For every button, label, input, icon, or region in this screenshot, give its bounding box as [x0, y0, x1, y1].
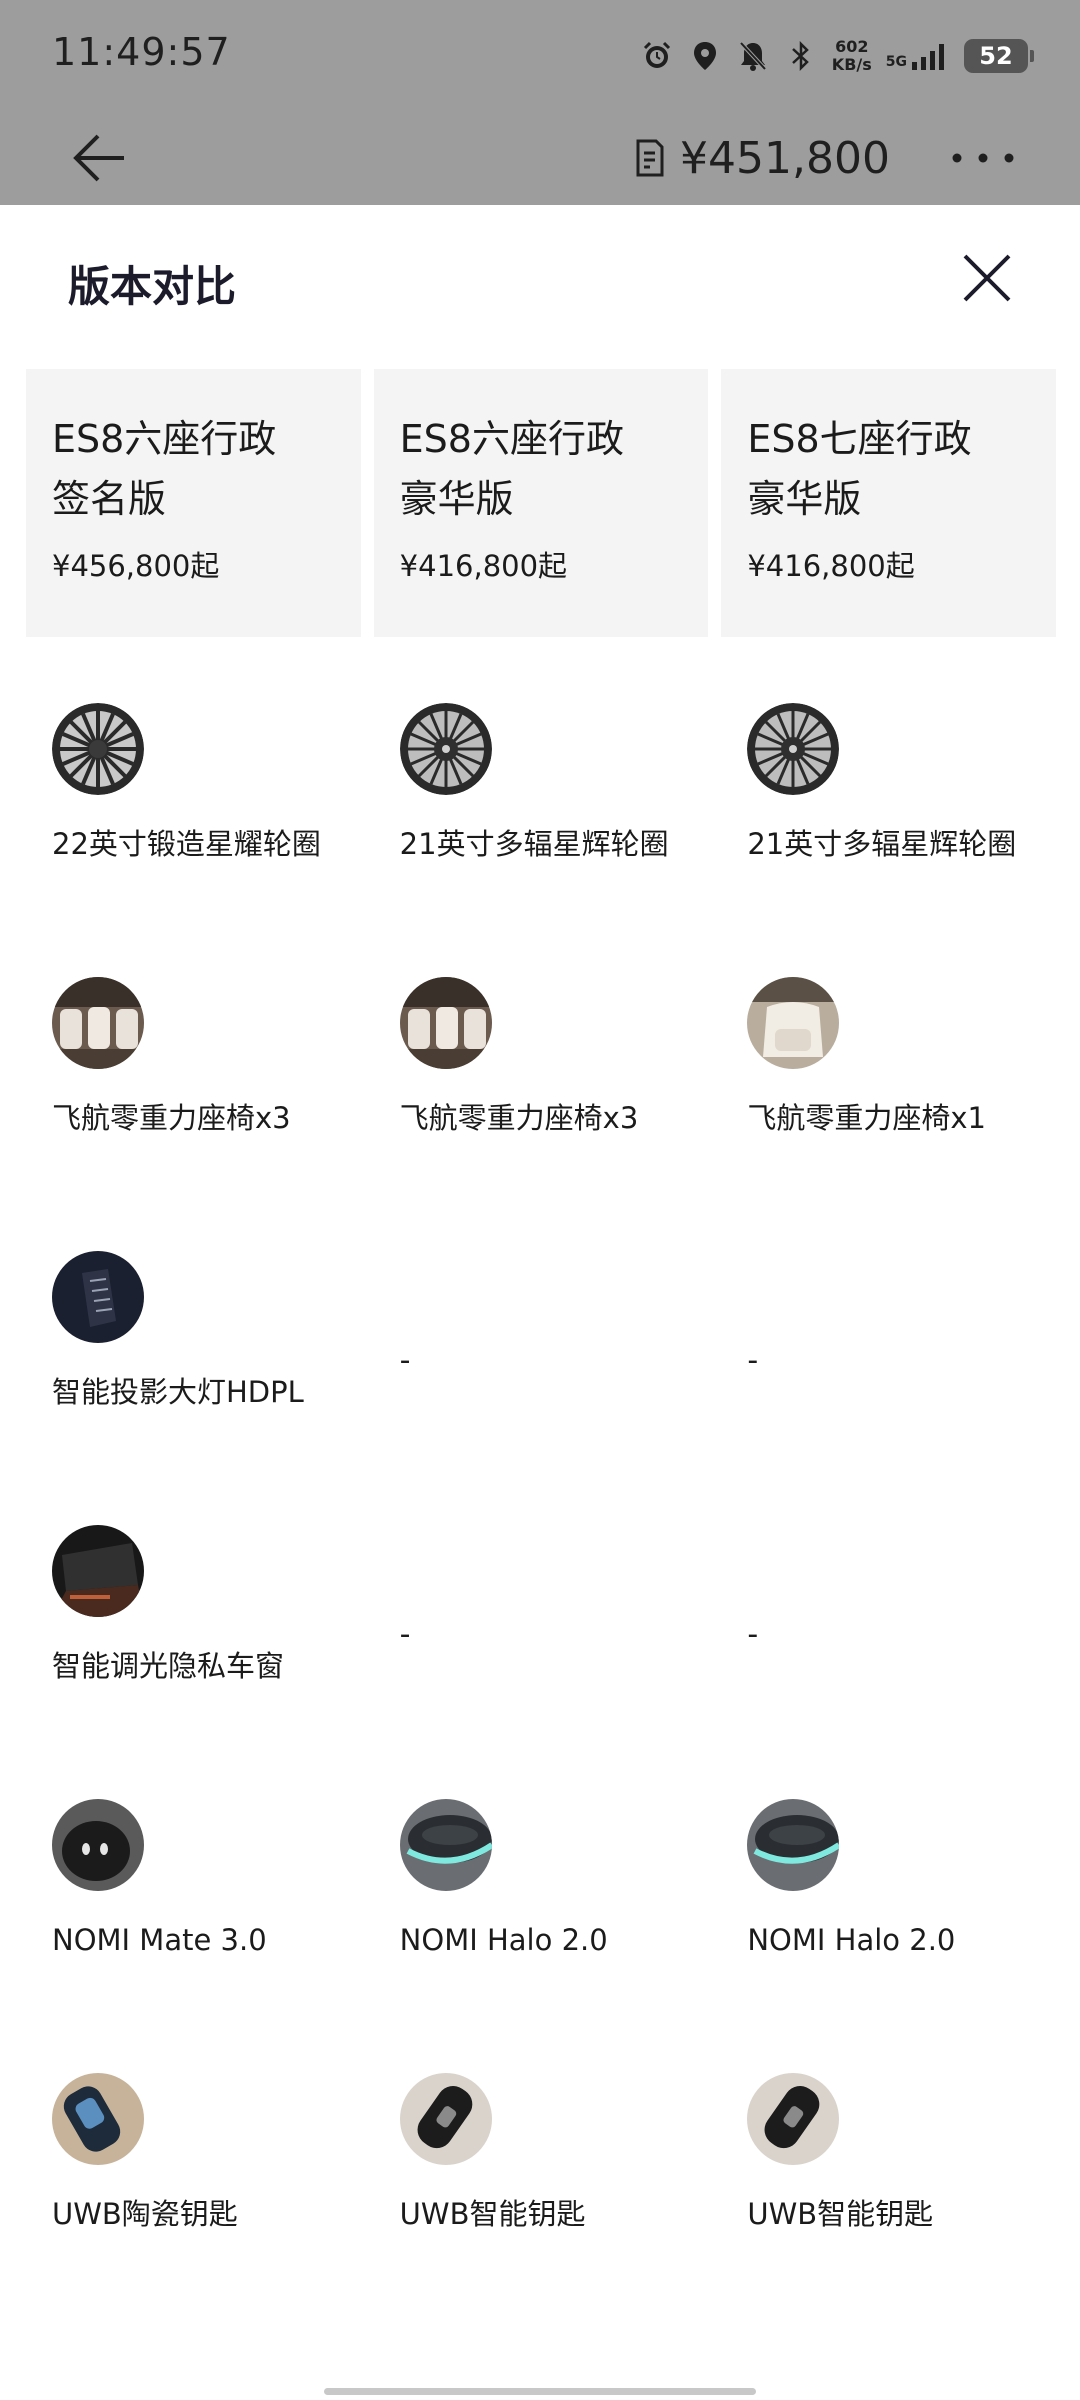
feature-label: NOMI Mate 3.0	[52, 1923, 267, 1957]
feature-cell[interactable]: 智能调光隐私车窗	[26, 1525, 361, 1799]
feature-unavailable: -	[399, 1343, 411, 1378]
smart-key-image	[399, 2073, 492, 2165]
order-price[interactable]: ¥451,800	[634, 128, 890, 188]
feature-label: 21英寸多辐星辉轮圈	[747, 827, 1017, 861]
feature-cell[interactable]: NOMI Halo 2.0	[374, 1799, 709, 2073]
home-indicator[interactable]	[324, 2388, 756, 2395]
feature-label: 飞航零重力座椅x1	[747, 1101, 986, 1135]
feature-cell[interactable]: UWB智能钥匙	[721, 2073, 1056, 2347]
feature-row-window: 智能调光隐私车窗 - -	[26, 1525, 1056, 1799]
status-icons: 602 KB/s 5G 52	[640, 34, 1034, 78]
window-image	[52, 1525, 144, 1617]
version-name-line2: 豪华版	[747, 477, 862, 521]
feature-row-headlight: 智能投影大灯HDPL - -	[26, 1251, 1056, 1525]
version-price: ¥416,800起	[399, 549, 568, 583]
net-speed: 602 KB/s	[832, 38, 872, 74]
feature-row-key: UWB陶瓷钥匙 UWB智能钥匙 UWB智能钥匙	[26, 2073, 1056, 2347]
feature-label: 飞航零重力座椅x3	[399, 1101, 639, 1135]
net-speed-unit: KB/s	[831, 55, 872, 74]
ceramic-key-image	[52, 2073, 144, 2165]
version-name: ES8六座行政 签名版	[52, 409, 361, 529]
version-name: ES8六座行政 豪华版	[400, 409, 709, 529]
sheet-title: 版本对比	[68, 262, 237, 311]
feature-row-wheels: 22英寸锻造星耀轮圈 21英寸多辐星辉轮圈 21英寸多辐星辉轮圈	[26, 703, 1056, 977]
feature-cell[interactable]: NOMI Mate 3.0	[26, 1799, 361, 2073]
feature-cell[interactable]: UWB陶瓷钥匙	[26, 2073, 361, 2347]
feature-cell[interactable]: -	[374, 1251, 709, 1525]
total-price: ¥451,800	[680, 132, 890, 184]
wheel-image	[747, 703, 840, 795]
status-bar: 11:49:57 602 KB/s 5G 52	[0, 0, 1080, 112]
feature-cell[interactable]: 飞航零重力座椅x1	[721, 977, 1056, 1251]
app-bar: ¥451,800	[0, 112, 1080, 205]
feature-label: NOMI Halo 2.0	[747, 1923, 956, 1957]
feature-unavailable: -	[747, 1617, 759, 1652]
more-dots-icon	[952, 153, 1014, 163]
seat-image	[52, 977, 144, 1069]
document-icon	[636, 139, 664, 177]
more-button[interactable]	[938, 128, 1028, 188]
network-type: 5G	[885, 54, 907, 70]
feature-cell[interactable]: UWB智能钥匙	[374, 2073, 709, 2347]
status-time: 11:49:57	[52, 30, 231, 74]
version-card[interactable]: ES8六座行政 豪华版 ¥416,800起	[373, 369, 709, 637]
version-price: ¥456,800起	[52, 549, 220, 583]
version-name-line1: ES8六座行政	[52, 417, 277, 461]
feature-comparison: 22英寸锻造星耀轮圈 21英寸多辐星辉轮圈 21英寸多辐星辉轮圈 飞航零重力座椅…	[26, 703, 1056, 2347]
feature-cell[interactable]: 飞航零重力座椅x3	[26, 977, 361, 1251]
close-icon	[963, 254, 1011, 302]
version-compare-sheet: 版本对比 ES8六座行政 签名版 ¥456,800起 ES8六座行政 豪华版 ¥…	[0, 205, 1080, 2400]
feature-label: UWB陶瓷钥匙	[52, 2197, 238, 2231]
feature-unavailable: -	[399, 1617, 411, 1652]
version-card[interactable]: ES8六座行政 签名版 ¥456,800起	[26, 369, 361, 637]
smart-key-image	[747, 2073, 840, 2165]
feature-label: 智能投影大灯HDPL	[52, 1375, 304, 1409]
close-button[interactable]	[952, 243, 1022, 313]
back-button[interactable]	[68, 126, 132, 190]
feature-cell[interactable]: -	[374, 1525, 709, 1799]
battery-indicator: 52	[964, 39, 1034, 73]
feature-label: UWB智能钥匙	[747, 2197, 934, 2231]
feature-cell[interactable]: -	[721, 1251, 1056, 1525]
feature-label: 智能调光隐私车窗	[52, 1649, 285, 1683]
feature-label: 21英寸多辐星辉轮圈	[399, 827, 669, 861]
feature-cell[interactable]: 智能投影大灯HDPL	[26, 1251, 361, 1525]
feature-cell[interactable]: NOMI Halo 2.0	[721, 1799, 1056, 2073]
version-name-line2: 签名版	[52, 477, 167, 521]
feature-cell[interactable]: 21英寸多辐星辉轮圈	[374, 703, 709, 977]
bluetooth-icon	[784, 39, 818, 73]
version-name-line1: ES8六座行政	[399, 417, 624, 461]
signal-icon: 5G	[886, 42, 950, 70]
headlight-image	[52, 1251, 144, 1343]
wheel-image	[399, 703, 492, 795]
feature-label: 飞航零重力座椅x3	[52, 1101, 291, 1135]
seat-image	[747, 977, 840, 1069]
version-card[interactable]: ES8七座行政 豪华版 ¥416,800起	[721, 369, 1057, 637]
nomi-mate-image	[52, 1799, 144, 1891]
feature-row-seats: 飞航零重力座椅x3 飞航零重力座椅x3 飞航零重力座椅x1	[26, 977, 1056, 1251]
version-name-line1: ES8七座行政	[747, 417, 972, 461]
wheel-image	[52, 703, 144, 795]
location-icon	[688, 39, 722, 73]
feature-label: NOMI Halo 2.0	[399, 1923, 608, 1957]
feature-cell[interactable]: 21英寸多辐星辉轮圈	[721, 703, 1056, 977]
version-name-line2: 豪华版	[399, 477, 514, 521]
version-price: ¥416,800起	[747, 549, 915, 583]
feature-cell[interactable]: -	[721, 1525, 1056, 1799]
version-name: ES8七座行政 豪华版	[747, 409, 1056, 529]
feature-row-nomi: NOMI Mate 3.0 NOMI Halo 2.0 NOMI Halo 2.…	[26, 1799, 1056, 2073]
nomi-halo-image	[399, 1799, 492, 1891]
alarm-icon	[640, 39, 674, 73]
bell-off-icon	[736, 39, 770, 73]
feature-label: 22英寸锻造星耀轮圈	[52, 827, 321, 861]
feature-cell[interactable]: 22英寸锻造星耀轮圈	[26, 703, 361, 977]
arrow-left-icon	[73, 134, 124, 182]
feature-cell[interactable]: 飞航零重力座椅x3	[374, 977, 709, 1251]
seat-image	[399, 977, 492, 1069]
feature-unavailable: -	[747, 1343, 759, 1378]
version-cards: ES8六座行政 签名版 ¥456,800起 ES8六座行政 豪华版 ¥416,8…	[26, 369, 1057, 637]
net-speed-value: 602	[835, 37, 869, 56]
feature-label: UWB智能钥匙	[399, 2197, 586, 2231]
nomi-halo-image	[747, 1799, 840, 1891]
